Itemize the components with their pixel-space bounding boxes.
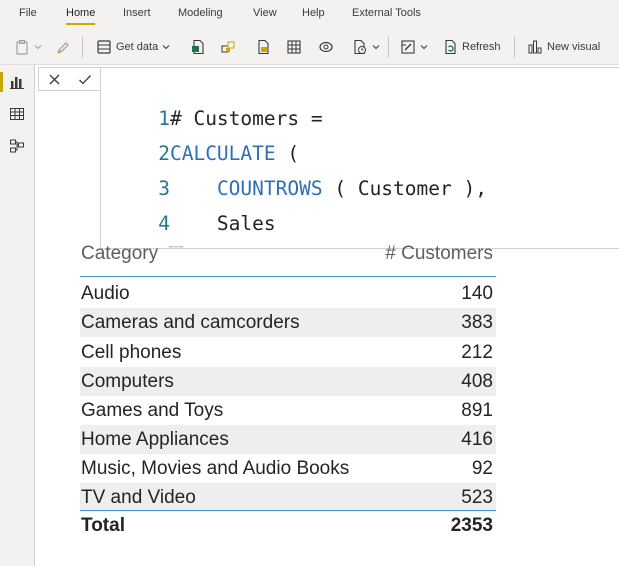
format-painter-button[interactable]: [56, 37, 72, 57]
customers-cell: 891: [461, 400, 493, 421]
format-painter-icon: [57, 42, 69, 54]
category-cell: Cell phones: [81, 342, 182, 363]
tab-external-tools[interactable]: External Tools: [352, 7, 421, 19]
tab-view[interactable]: View: [253, 7, 277, 19]
table-grid-icon: [287, 40, 301, 54]
code-line: 2CALCULATE (: [101, 109, 299, 165]
table-total-row: Total 2353: [80, 510, 496, 541]
refresh-label: Refresh: [462, 41, 501, 53]
customers-cell: 416: [461, 429, 493, 450]
column-header-category[interactable]: Category: [81, 243, 158, 265]
dax-formula-editor[interactable]: 1# Customers = 2CALCULATE ( 3 COUNTROWS …: [100, 67, 619, 249]
formula-bar-controls: [38, 67, 102, 91]
data-hub-button[interactable]: [220, 37, 236, 57]
tab-file[interactable]: File: [19, 7, 37, 19]
dataverse-button[interactable]: [318, 37, 334, 57]
toolbar-separator: [388, 36, 389, 58]
excel-workbook-button[interactable]: [190, 37, 206, 57]
table-view-icon: [10, 108, 24, 120]
table-row: Music, Movies and Audio Books 92: [80, 454, 496, 483]
table-view-button[interactable]: [9, 106, 25, 122]
left-nav: [0, 65, 35, 566]
get-data-button[interactable]: Get data: [96, 37, 170, 57]
customers-cell: 523: [461, 487, 493, 508]
chevron-down-icon: [162, 45, 170, 50]
get-data-label: Get data: [116, 41, 159, 53]
code-text: Sales: [169, 212, 276, 235]
code-text: ( Customer ),: [322, 177, 487, 200]
recent-sources-button[interactable]: [352, 37, 380, 57]
model-view-icon: [10, 139, 24, 153]
commit-formula-button[interactable]: [78, 73, 92, 86]
category-cell: Audio: [81, 283, 130, 304]
table-row: Computers 408: [80, 367, 496, 396]
toolbar-separator: [514, 36, 515, 58]
tab-insert[interactable]: Insert: [123, 7, 151, 19]
chevron-down-icon: [420, 45, 428, 50]
refresh-button[interactable]: Refresh: [442, 37, 501, 57]
code-line: 4 Sales: [101, 179, 275, 235]
table-row: TV and Video 523: [80, 483, 496, 512]
table-row: Home Appliances 416: [80, 425, 496, 454]
new-visual-button[interactable]: New visual: [527, 37, 600, 57]
recent-sources-icon: [354, 39, 366, 55]
report-view-icon: [10, 77, 24, 89]
toolbar-separator: [82, 36, 83, 58]
chevron-down-icon: [372, 45, 380, 50]
paste-button[interactable]: [14, 37, 42, 57]
table-row: Cameras and camcorders 383: [80, 308, 496, 337]
bar-chart-icon: [528, 40, 542, 54]
customers-cell: 408: [461, 371, 493, 392]
close-icon: [49, 74, 60, 84]
excel-icon: [192, 39, 204, 55]
category-cell: Home Appliances: [81, 429, 229, 450]
category-cell: Cameras and camcorders: [81, 312, 300, 333]
transform-data-button[interactable]: [400, 37, 428, 57]
total-value: 2353: [450, 515, 493, 536]
enter-data-button[interactable]: [286, 37, 302, 57]
table-header: Category # Customers: [80, 240, 496, 277]
cancel-formula-button[interactable]: [48, 73, 61, 86]
table-row: Audio 140: [80, 279, 496, 308]
clipboard-icon: [16, 40, 28, 55]
database-icon: [97, 40, 111, 54]
report-view-button[interactable]: [0, 72, 25, 92]
checkmark-icon: [79, 74, 92, 84]
code-line: 1# Customers =: [101, 74, 322, 130]
code-line: 3 COUNTROWS ( Customer ),: [101, 144, 487, 200]
category-cell: TV and Video: [81, 487, 196, 508]
new-visual-label: New visual: [547, 41, 601, 53]
chevron-down-icon: [34, 45, 42, 50]
document-icon: [258, 39, 269, 55]
tab-help[interactable]: Help: [302, 7, 325, 19]
category-cell: Music, Movies and Audio Books: [81, 458, 350, 479]
transform-data-icon: [401, 40, 415, 54]
tab-modeling[interactable]: Modeling: [178, 7, 223, 19]
customers-cell: 212: [461, 342, 493, 363]
category-cell: Games and Toys: [81, 400, 224, 421]
column-header-customers[interactable]: # Customers: [385, 243, 493, 265]
data-hub-icon: [221, 41, 235, 53]
model-view-button[interactable]: [9, 138, 25, 154]
category-cell: Computers: [81, 371, 174, 392]
ribbon-toolbar: Get data Refresh New visual: [0, 30, 619, 65]
customers-cell: 92: [471, 458, 493, 479]
table-row: Games and Toys 891: [80, 396, 496, 425]
customers-cell: 383: [461, 312, 493, 333]
ribbon-tabs: File Home Insert Modeling View Help Exte…: [0, 0, 619, 30]
tab-home[interactable]: Home: [66, 7, 96, 25]
total-label: Total: [81, 515, 125, 536]
customers-cell: 140: [461, 283, 493, 304]
refresh-icon: [445, 39, 456, 55]
table-row: Cell phones 212: [80, 338, 496, 367]
sql-server-button[interactable]: [255, 37, 271, 57]
dataverse-icon: [319, 41, 333, 53]
